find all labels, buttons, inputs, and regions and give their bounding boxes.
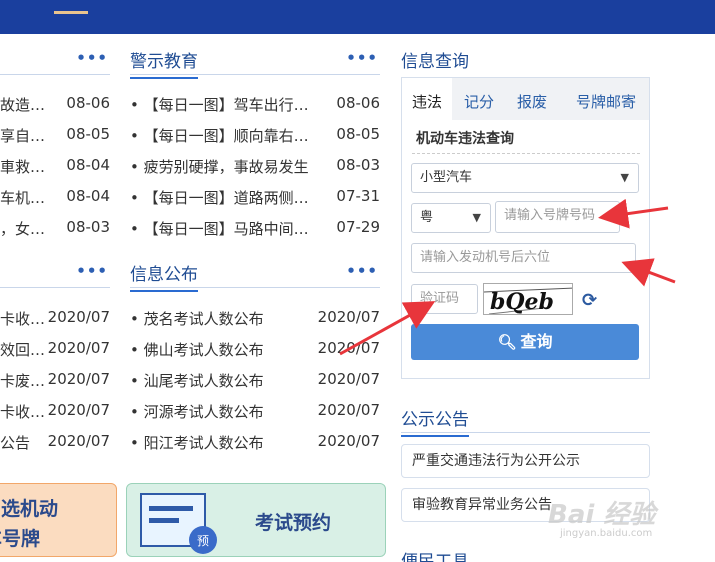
list-item[interactable]: 車救… 08-04 [0, 156, 110, 176]
list-item[interactable]: 享自… 08-05 [0, 125, 110, 145]
plate-selection-card[interactable]: 选机动 车号牌 [0, 483, 117, 557]
chevron-down-icon: ▼ [620, 171, 629, 184]
captcha-text: bQeb [490, 289, 554, 315]
notice-item-label: 严重交通违法行为公开公示 [412, 453, 580, 469]
tab-plate-mail[interactable]: 号牌邮寄 [576, 91, 636, 112]
list-item[interactable]: • 【每日一图】顺向靠右… 08-05 [130, 125, 380, 145]
watermark-logo: Bai 经验 [548, 500, 656, 530]
left-more-link-2[interactable]: ••• [76, 262, 108, 280]
list-item[interactable]: 卡收… 2020/07 [0, 308, 110, 328]
query-subtitle: 机动车违法查询 [416, 131, 514, 147]
query-section-header: 信息查询 [401, 45, 650, 75]
chevron-down-icon: ▼ [472, 211, 481, 224]
engine-number-placeholder: 请输入发动机号后六位 [420, 250, 551, 265]
captcha-image[interactable]: bQeb [483, 283, 573, 315]
search-icon: 🔍︎ [497, 333, 517, 351]
convenience-section-header: 便民工具 [401, 545, 650, 562]
warning-section-title: 警示教育 [130, 47, 198, 79]
exam-badge: 预 [197, 534, 209, 548]
publish-section-header: 信息公布 ••• [130, 258, 380, 292]
exam-card-label: 考试预约 [255, 512, 332, 534]
province-select[interactable]: 粤 ▼ [411, 203, 491, 233]
convenience-section-title: 便民工具 [401, 552, 469, 562]
refresh-icon[interactable]: ⟳ [582, 290, 597, 311]
list-item[interactable]: 故造… 08-06 [0, 94, 110, 114]
list-item[interactable]: • 河源考试人数公布 2020/07 [130, 401, 380, 421]
list-item[interactable]: • 【每日一图】驾车出行… 08-06 [130, 94, 380, 114]
warning-section-header: 警示教育 ••• [130, 45, 380, 79]
list-item[interactable]: • 阳江考试人数公布 2020/07 [130, 432, 380, 452]
engine-number-input[interactable]: 请输入发动机号后六位 [411, 243, 636, 273]
captcha-placeholder: 验证码 [420, 291, 460, 306]
publish-section-title: 信息公布 [130, 260, 198, 292]
list-item[interactable]: 效回… 2020/07 [0, 339, 110, 359]
vehicle-type-value: 小型汽车 [420, 170, 473, 185]
query-tabs: 违法 记分 报废 号牌邮寄 [402, 78, 649, 120]
list-item[interactable]: • 【每日一图】马路中间… 07-29 [130, 218, 380, 238]
list-item[interactable]: • 茂名考试人数公布 2020/07 [130, 308, 380, 328]
list-item[interactable]: ，女… 08-03 [0, 218, 110, 238]
watermark-url: jingyan.baidu.com [560, 528, 653, 539]
captcha-input[interactable]: 验证码 [411, 284, 478, 314]
captcha-graphic: bQeb [484, 287, 572, 315]
plate-number-placeholder: 请输入号牌号码 [504, 208, 596, 223]
query-section-title: 信息查询 [401, 52, 469, 72]
list-item[interactable]: • 疲劳别硬撑，事故易发生 08-03 [130, 156, 380, 176]
query-button[interactable]: 🔍︎ 查询 [411, 324, 639, 360]
active-nav-indicator [54, 11, 88, 14]
list-item[interactable]: • 汕尾考试人数公布 2020/07 [130, 370, 380, 390]
left-section-header: ••• [0, 45, 110, 75]
document-icon: 预 [140, 493, 217, 554]
notice-item-label: 审验教育异常业务公告 [412, 497, 552, 513]
list-item[interactable]: 卡废… 2020/07 [0, 370, 110, 390]
query-button-label: 查询 [520, 332, 553, 351]
publish-more-link[interactable]: ••• [346, 262, 378, 280]
notice-item[interactable]: 严重交通违法行为公开公示 [401, 444, 650, 478]
left-more-link[interactable]: ••• [76, 49, 108, 67]
subtitle-divider [412, 153, 640, 154]
tab-violation[interactable]: 违法 [412, 91, 442, 112]
tab-scrap[interactable]: 报废 [517, 91, 547, 112]
vehicle-type-select[interactable]: 小型汽车 ▼ [411, 163, 639, 193]
card-line-2: 车号牌 [0, 528, 41, 550]
top-navigation-bar [0, 0, 715, 34]
notice-section-header: 公示公告 [401, 403, 650, 437]
left-section-header-2: ••• [0, 258, 110, 288]
plate-number-input[interactable]: 请输入号牌号码 [495, 201, 620, 233]
list-item[interactable]: 卡收… 2020/07 [0, 401, 110, 421]
card-line-1: 选机动 [1, 498, 59, 520]
list-item[interactable]: • 【每日一图】道路两侧… 07-31 [130, 187, 380, 207]
tab-points[interactable]: 记分 [464, 91, 494, 112]
exam-appointment-card[interactable]: 预 考试预约 [126, 483, 386, 557]
list-item[interactable]: 公告 2020/07 [0, 432, 110, 452]
province-value: 粤 [420, 210, 434, 225]
notice-section-title: 公示公告 [401, 405, 469, 437]
list-item[interactable]: • 佛山考试人数公布 2020/07 [130, 339, 380, 359]
warning-more-link[interactable]: ••• [346, 49, 378, 67]
list-item[interactable]: 车机… 08-04 [0, 187, 110, 207]
